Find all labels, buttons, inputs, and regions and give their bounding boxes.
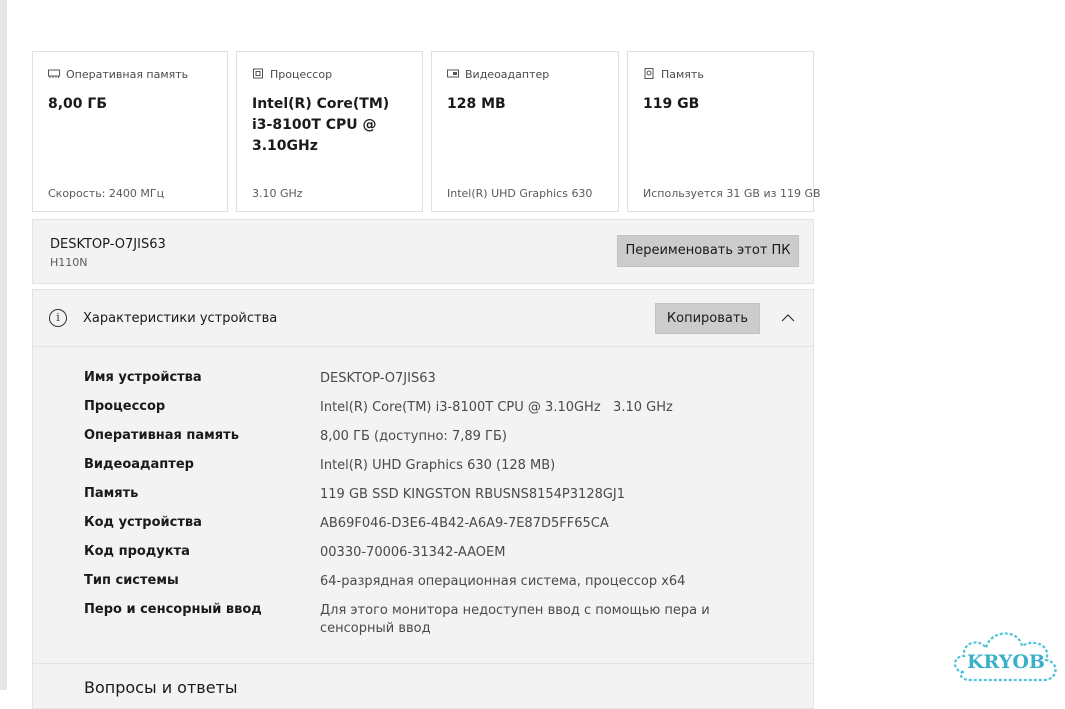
spec-value: 00330-70006-31342-AAOEM (320, 545, 506, 560)
card-label: Память (661, 68, 704, 81)
spec-value: AB69F046-D3E6-4B42-A6A9-7E87D5FF65CA (320, 516, 609, 531)
card-ram: Оперативная память 8,00 ГБ Скорость: 240… (32, 51, 228, 212)
spec-row: Процессор Intel(R) Core(TM) i3-8100T CPU… (84, 399, 784, 428)
device-specifications-header[interactable]: i Характеристики устройства Копировать (33, 290, 813, 347)
summary-cards: Оперативная память 8,00 ГБ Скорость: 240… (32, 51, 821, 212)
card-storage: Память 119 GB Используется 31 GB из 119 … (627, 51, 821, 212)
spec-key: Имя устройства (84, 370, 202, 385)
spec-value: 119 GB SSD KINGSTON RBUSNS8154P3128GJ1 (320, 487, 626, 502)
device-specifications-panel: i Характеристики устройства Копировать И… (32, 289, 814, 709)
window-left-edge (0, 0, 7, 690)
spec-row: Память 119 GB SSD KINGSTON RBUSNS8154P31… (84, 486, 784, 515)
spec-key: Процессор (84, 399, 166, 414)
card-processor: Процессор Intel(R) Core(TM) i3-8100T CPU… (236, 51, 423, 212)
spec-row: Видеоадаптер Intel(R) UHD Graphics 630 (… (84, 457, 784, 486)
card-value: Intel(R) Core(TM) i3-8100T CPU @ 3.10GHz (252, 96, 390, 154)
spec-value: DESKTOP-O7JIS63 (320, 371, 436, 386)
card-value: 8,00 ГБ (48, 96, 108, 112)
spec-value: 8,00 ГБ (доступно: 7,89 ГБ) (320, 429, 507, 444)
rename-pc-button[interactable]: Переименовать этот ПК (617, 235, 799, 267)
faq-section-title[interactable]: Вопросы и ответы (84, 678, 238, 697)
spec-row: Имя устройства DESKTOP-O7JIS63 (84, 370, 784, 399)
storage-drive-icon (644, 68, 654, 79)
spec-key: Видеоадаптер (84, 457, 194, 472)
card-video-adapter: Видеоадаптер 128 MB Intel(R) UHD Graphic… (431, 51, 619, 212)
spec-key: Тип системы (84, 573, 179, 588)
spec-value: Для этого монитора недоступен ввод с пом… (320, 603, 710, 636)
chevron-up-icon[interactable] (781, 311, 795, 325)
processor-icon (253, 68, 263, 79)
card-value: 128 MB (447, 96, 506, 112)
card-label: Процессор (270, 68, 333, 81)
device-model: H110N (50, 256, 88, 269)
spec-row: Код устройства AB69F046-D3E6-4B42-A6A9-7… (84, 515, 784, 544)
device-name: DESKTOP-O7JIS63 (50, 237, 166, 252)
memory-chip-icon (48, 69, 60, 78)
section-divider (33, 663, 813, 664)
card-label: Оперативная память (66, 68, 189, 81)
spec-key: Код продукта (84, 544, 190, 559)
info-icon: i (49, 309, 67, 327)
card-label: Видеоадаптер (465, 68, 550, 81)
spec-key: Оперативная память (84, 428, 239, 443)
spec-row: Оперативная память 8,00 ГБ (доступно: 7,… (84, 428, 784, 457)
spec-key: Код устройства (84, 515, 202, 530)
spec-value: 64-разрядная операционная система, проце… (320, 574, 686, 589)
spec-key: Память (84, 486, 139, 501)
spec-key: Перо и сенсорный ввод (84, 602, 262, 617)
card-detail: 3.10 GHz (252, 187, 303, 200)
card-detail: Intel(R) UHD Graphics 630 (447, 187, 593, 200)
card-detail: Скорость: 2400 МГц (48, 187, 165, 200)
card-value: 119 GB (643, 96, 700, 112)
spec-value: Intel(R) UHD Graphics 630 (128 MB) (320, 458, 556, 473)
copy-button[interactable]: Копировать (655, 303, 760, 334)
card-detail: Используется 31 GB из 119 GB (643, 187, 821, 200)
device-name-bar: DESKTOP-O7JIS63 H110N Переименовать этот… (32, 219, 814, 284)
spec-value: Intel(R) Core(TM) i3-8100T CPU @ 3.10GHz… (320, 400, 673, 415)
kryob-watermark-logo: KRYOB (953, 632, 1057, 682)
spec-row: Код продукта 00330-70006-31342-AAOEM (84, 544, 784, 573)
video-adapter-icon (447, 69, 459, 78)
spec-row: Тип системы 64-разрядная операционная си… (84, 573, 784, 602)
spec-row: Перо и сенсорный ввод Для этого монитора… (84, 602, 784, 642)
specs-title: Характеристики устройства (83, 311, 278, 326)
svg-text:KRYOB: KRYOB (967, 651, 1045, 673)
